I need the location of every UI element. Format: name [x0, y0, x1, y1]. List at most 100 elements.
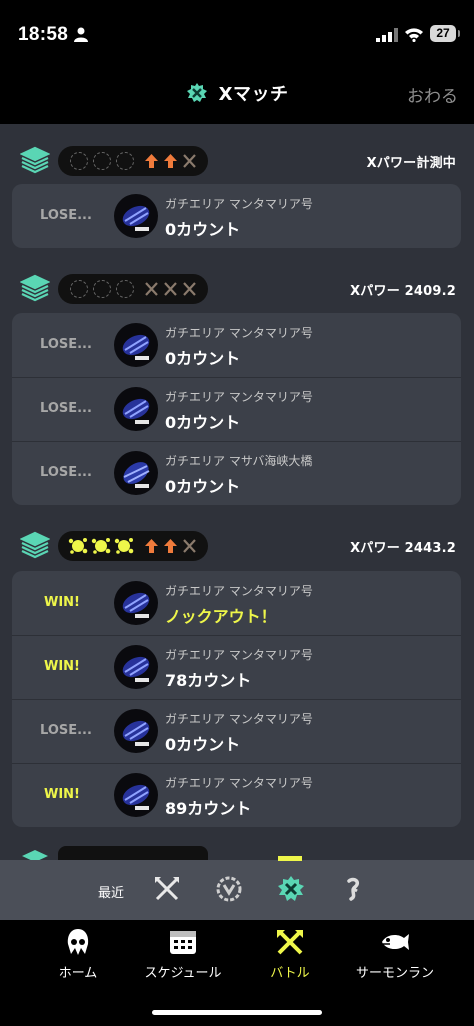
cross-icon [183, 282, 196, 296]
x-match-icon[interactable] [276, 874, 306, 904]
tab-battle[interactable]: バトル [235, 928, 345, 981]
stage-name: ガチエリア マンタマリア号 [165, 776, 313, 790]
battle-group-header: Xパワー 2409.2 [0, 272, 474, 308]
stage-name: ガチエリア マンタマリア号 [165, 648, 313, 662]
battle-row[interactable]: LOSE... ガチエリア マンタマリア号 0カウント [12, 184, 461, 248]
battle-row[interactable]: WIN! ガチエリア マンタマリア号 78カウント [12, 635, 461, 699]
stage-thumbnail [114, 387, 158, 431]
win-loss-pill [58, 274, 208, 304]
row-divider [12, 699, 461, 700]
battle-list: LOSE... ガチエリア マンタマリア号 0カウント LOSE... ガチエリ… [12, 313, 461, 505]
tab-schedule[interactable]: スケジュール [128, 928, 238, 981]
stage-name: ガチエリア マンタマリア号 [165, 197, 313, 211]
home-indicator[interactable] [152, 1010, 322, 1015]
battle-row[interactable]: LOSE... ガチエリア マンタマリア号 0カウント [12, 313, 461, 377]
cross-icon [164, 282, 177, 296]
tab-home[interactable]: ホーム [23, 928, 133, 981]
battle-list: LOSE... ガチエリア マンタマリア号 0カウント [12, 184, 461, 248]
cellular-signal-icon [376, 28, 398, 42]
battle-filter-bar: 最近 [0, 856, 474, 920]
cross-icon [183, 539, 196, 553]
battle-row[interactable]: WIN! ガチエリア マンタマリア号 ノックアウト！ [12, 571, 461, 635]
tab-salmon-run[interactable]: サーモンラン [340, 928, 450, 981]
x-match-stack-icon [20, 146, 50, 174]
person-icon [74, 27, 88, 42]
squid-icon [67, 929, 89, 955]
battle-row[interactable]: LOSE... ガチエリア マンタマリア号 0カウント [12, 699, 461, 763]
private-battle-icon[interactable] [338, 874, 368, 904]
empty-slot-icon [93, 280, 111, 298]
cross-icon [145, 282, 158, 296]
battle-result: LOSE... [40, 723, 92, 738]
win-loss-pill [58, 146, 208, 176]
row-divider [12, 635, 461, 636]
empty-slot-icon [116, 152, 134, 170]
battle-row[interactable]: LOSE... ガチエリア マサバ海峡大橋 0カウント [12, 441, 461, 505]
stage-thumbnail [114, 323, 158, 367]
empty-slot-icon [70, 280, 88, 298]
tab-label: バトル [270, 966, 310, 981]
stage-thumbnail [114, 773, 158, 817]
x-power-label: Xパワー 2443.2 [350, 541, 456, 556]
battle-score: 0カウント [165, 349, 241, 368]
battle-score: 0カウント [165, 477, 241, 496]
stage-name: ガチエリア マンタマリア号 [165, 326, 313, 340]
stage-thumbnail [114, 709, 158, 753]
stage-thumbnail [114, 451, 158, 495]
battle-row[interactable]: WIN! ガチエリア マンタマリア号 89カウント [12, 763, 461, 827]
battle-score: 78カウント [165, 671, 252, 690]
loss-arrow-icon [145, 154, 158, 168]
page-header: Xマッチ [0, 80, 474, 106]
tab-label: サーモンラン [355, 966, 434, 981]
loss-arrow-icon [164, 539, 177, 553]
battle-score: 89カウント [165, 799, 252, 818]
battle-row[interactable]: LOSE... ガチエリア マンタマリア号 0カウント [12, 377, 461, 441]
regular-battle-icon[interactable] [152, 874, 182, 904]
battle-result: WIN! [44, 659, 80, 674]
row-divider [12, 377, 461, 378]
battle-score: 0カウント [165, 735, 241, 754]
battle-group-header: Xパワー計測中 [0, 144, 474, 180]
win-loss-pill [58, 846, 208, 860]
battle-result: LOSE... [40, 337, 92, 352]
battle-score: 0カウント [165, 220, 241, 239]
stage-name: ガチエリア マサバ海峡大橋 [165, 454, 313, 468]
x-power-label: Xパワー計測中 [366, 156, 456, 171]
tab-label: スケジュール [144, 966, 222, 981]
next-group-peek [0, 846, 474, 860]
battle-result: WIN! [44, 595, 80, 610]
stage-name: ガチエリア マンタマリア号 [165, 712, 313, 726]
battle-score: 0カウント [165, 413, 241, 432]
loss-arrow-icon [164, 154, 177, 168]
battery-indicator: 27 [430, 25, 460, 42]
win-splat-icon [91, 538, 111, 554]
battle-list: WIN! ガチエリア マンタマリア号 ノックアウト！ WIN! ガチエリア マン… [12, 571, 461, 827]
close-button[interactable]: おわる [407, 82, 458, 107]
battle-result: LOSE... [40, 401, 92, 416]
battle-score: ノックアウト！ [165, 607, 277, 626]
battle-group-header: Xパワー 2443.2 [0, 529, 474, 565]
win-splat-icon [68, 538, 88, 554]
row-divider [12, 441, 461, 442]
stage-thumbnail [114, 645, 158, 689]
row-divider [12, 763, 461, 764]
status-time: 18:58 [18, 24, 69, 45]
x-match-stack-icon [22, 850, 48, 860]
empty-slot-icon [93, 152, 111, 170]
battle-result: LOSE... [40, 208, 92, 223]
tab-label: ホーム [58, 966, 98, 981]
page-title: Xマッチ [218, 84, 289, 105]
salmon-icon [382, 934, 409, 950]
battle-icon [277, 930, 303, 955]
stage-thumbnail [114, 581, 158, 625]
bankara-icon[interactable] [214, 874, 244, 904]
x-power-label: Xパワー 2409.2 [350, 284, 456, 299]
battle-result: WIN! [44, 787, 80, 802]
empty-slot-icon [116, 280, 134, 298]
win-splat-icon [114, 538, 134, 554]
x-match-stack-icon [20, 531, 50, 559]
wifi-icon [405, 28, 423, 42]
stage-thumbnail [114, 194, 158, 238]
win-loss-pill [58, 531, 208, 561]
calendar-icon [170, 931, 196, 954]
